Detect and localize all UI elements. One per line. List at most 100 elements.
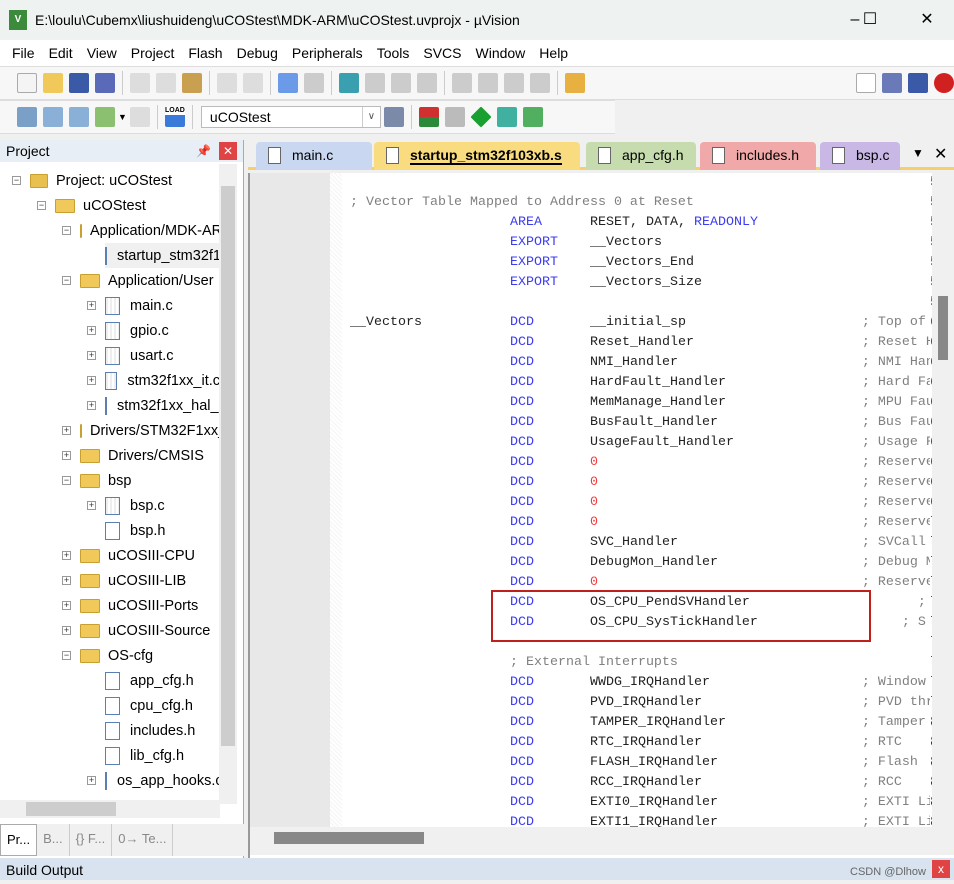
- build-icon[interactable]: [43, 107, 63, 127]
- collapse-icon[interactable]: −: [62, 476, 71, 485]
- manage-run-time-environment-icon[interactable]: [470, 106, 492, 128]
- editor-horizontal-scrollbar[interactable]: [250, 827, 954, 855]
- tree-item[interactable]: Drivers/STM32F1xx_HAL_Driver: [80, 418, 220, 443]
- select-packs-icon[interactable]: [444, 107, 465, 127]
- tree-item[interactable]: uCOSIII-LIB: [80, 568, 220, 593]
- expand-icon[interactable]: +: [62, 601, 71, 610]
- paste-icon[interactable]: [182, 73, 202, 93]
- comment-icon[interactable]: [504, 73, 524, 93]
- scroll-thumb[interactable]: [938, 296, 948, 360]
- tree-item[interactable]: uCOSIII-Source: [80, 618, 220, 643]
- collapse-icon[interactable]: −: [62, 276, 71, 285]
- menu-peripherals[interactable]: Peripherals: [285, 45, 370, 61]
- tree-item[interactable]: includes.h: [105, 718, 220, 743]
- software-packs-icon[interactable]: [522, 107, 543, 127]
- tree-horizontal-scrollbar[interactable]: [0, 800, 220, 818]
- menu-view[interactable]: View: [80, 45, 124, 61]
- expand-icon[interactable]: +: [87, 501, 96, 510]
- bookmark-icon[interactable]: [339, 73, 359, 93]
- expand-icon[interactable]: +: [62, 551, 71, 560]
- target-options-icon[interactable]: [383, 107, 404, 127]
- menu-tools[interactable]: Tools: [370, 45, 417, 61]
- uncomment-icon[interactable]: [530, 73, 550, 93]
- pack-installer-icon[interactable]: [496, 107, 517, 127]
- panel-tab[interactable]: Pr...: [0, 824, 38, 856]
- batch-build-icon[interactable]: [95, 107, 115, 127]
- find-in-files-icon[interactable]: [565, 73, 585, 93]
- tree-item[interactable]: Drivers/CMSIS: [80, 443, 220, 468]
- tree-item[interactable]: os_app_hooks.c: [105, 768, 220, 793]
- editor-tab-app_cfg-h[interactable]: app_cfg.h: [586, 142, 696, 170]
- tree-item[interactable]: cpu_cfg.h: [105, 693, 220, 718]
- tree-item[interactable]: stm32f1xx_it.c: [105, 368, 220, 393]
- open-file-icon[interactable]: [43, 73, 63, 93]
- menu-project[interactable]: Project: [124, 45, 182, 61]
- tree-item[interactable]: uCOSIII-CPU: [80, 543, 220, 568]
- manage-project-items-icon[interactable]: [418, 107, 439, 127]
- menu-help[interactable]: Help: [532, 45, 575, 61]
- copy-icon[interactable]: [156, 73, 176, 93]
- menu-file[interactable]: File: [5, 45, 42, 61]
- undo-icon[interactable]: [217, 73, 237, 93]
- close-button[interactable]: ✕: [912, 8, 942, 32]
- expand-icon[interactable]: +: [87, 351, 96, 360]
- tree-item[interactable]: Project: uCOStest: [30, 168, 220, 193]
- menu-window[interactable]: Window: [469, 45, 533, 61]
- next-bookmark-icon[interactable]: [391, 73, 411, 93]
- close-build-output-button[interactable]: x: [932, 860, 950, 878]
- expand-icon[interactable]: +: [62, 576, 71, 585]
- save-all-icon[interactable]: [95, 73, 115, 93]
- expand-icon[interactable]: +: [62, 451, 71, 460]
- target-select[interactable]: uCOStest ∨: [200, 106, 381, 128]
- navigate-forward-icon[interactable]: [304, 73, 324, 93]
- code-editor[interactable]: 53 54; Vector Table Mapped to Address 0 …: [248, 173, 954, 858]
- tree-item[interactable]: lib_cfg.h: [105, 743, 220, 768]
- expand-icon[interactable]: +: [62, 626, 71, 635]
- new-file-icon[interactable]: [17, 73, 37, 93]
- tree-item[interactable]: main.c: [105, 293, 220, 318]
- chevron-down-icon[interactable]: ▼: [118, 112, 127, 122]
- clear-bookmarks-icon[interactable]: [417, 73, 437, 93]
- tree-item[interactable]: startup_stm32f103xb.s: [105, 243, 220, 268]
- tree-item[interactable]: OS-cfg: [80, 643, 220, 668]
- collapse-icon[interactable]: −: [62, 651, 71, 660]
- tree-item[interactable]: bsp.h: [105, 518, 220, 543]
- expand-icon[interactable]: +: [87, 376, 96, 385]
- menu-flash[interactable]: Flash: [181, 45, 229, 61]
- tree-item[interactable]: uCOSIII-Ports: [80, 593, 220, 618]
- menu-svcs[interactable]: SVCS: [416, 45, 468, 61]
- close-panel-button[interactable]: ✕: [219, 142, 237, 160]
- tree-item[interactable]: app_cfg.h: [105, 668, 220, 693]
- collapse-icon[interactable]: −: [12, 176, 21, 185]
- translate-icon[interactable]: [17, 107, 37, 127]
- tree-item[interactable]: stm32f1xx_hal_msp.c: [105, 393, 220, 418]
- tree-item[interactable]: Application/MDK-ARM: [80, 218, 220, 243]
- expand-icon[interactable]: +: [87, 326, 96, 335]
- tree-vertical-scrollbar[interactable]: [219, 164, 237, 804]
- expand-icon[interactable]: +: [62, 426, 71, 435]
- editor-tab-bsp-c[interactable]: bsp.c: [820, 142, 900, 170]
- editor-tab-main-c[interactable]: main.c: [256, 142, 372, 170]
- close-tab-icon[interactable]: ✕: [934, 144, 947, 164]
- debug-session-icon[interactable]: [908, 73, 928, 93]
- cut-icon[interactable]: [130, 73, 150, 93]
- indent-icon[interactable]: [452, 73, 472, 93]
- tree-item[interactable]: uCOStest: [55, 193, 220, 218]
- tab-list-dropdown-icon[interactable]: ▼: [912, 146, 924, 160]
- tree-item[interactable]: bsp.c: [105, 493, 220, 518]
- editor-vertical-scrollbar[interactable]: [932, 173, 954, 827]
- scroll-thumb[interactable]: [274, 832, 424, 844]
- tree-item[interactable]: usart.c: [105, 343, 220, 368]
- rebuild-icon[interactable]: [69, 107, 89, 127]
- maximize-button[interactable]: ☐: [855, 8, 885, 32]
- chevron-down-icon[interactable]: ∨: [361, 107, 380, 127]
- navigate-back-icon[interactable]: [278, 73, 298, 93]
- panel-tab[interactable]: B...: [37, 824, 70, 856]
- collapse-icon[interactable]: −: [37, 201, 46, 210]
- panel-tab[interactable]: 0→ Te...: [112, 824, 174, 856]
- find-dropdown[interactable]: [856, 73, 876, 93]
- debug-start-icon[interactable]: [934, 73, 954, 93]
- collapse-icon[interactable]: −: [62, 226, 71, 235]
- editor-tab-startup_stm32f103xb-s[interactable]: startup_stm32f103xb.s: [374, 142, 580, 170]
- prev-bookmark-icon[interactable]: [365, 73, 385, 93]
